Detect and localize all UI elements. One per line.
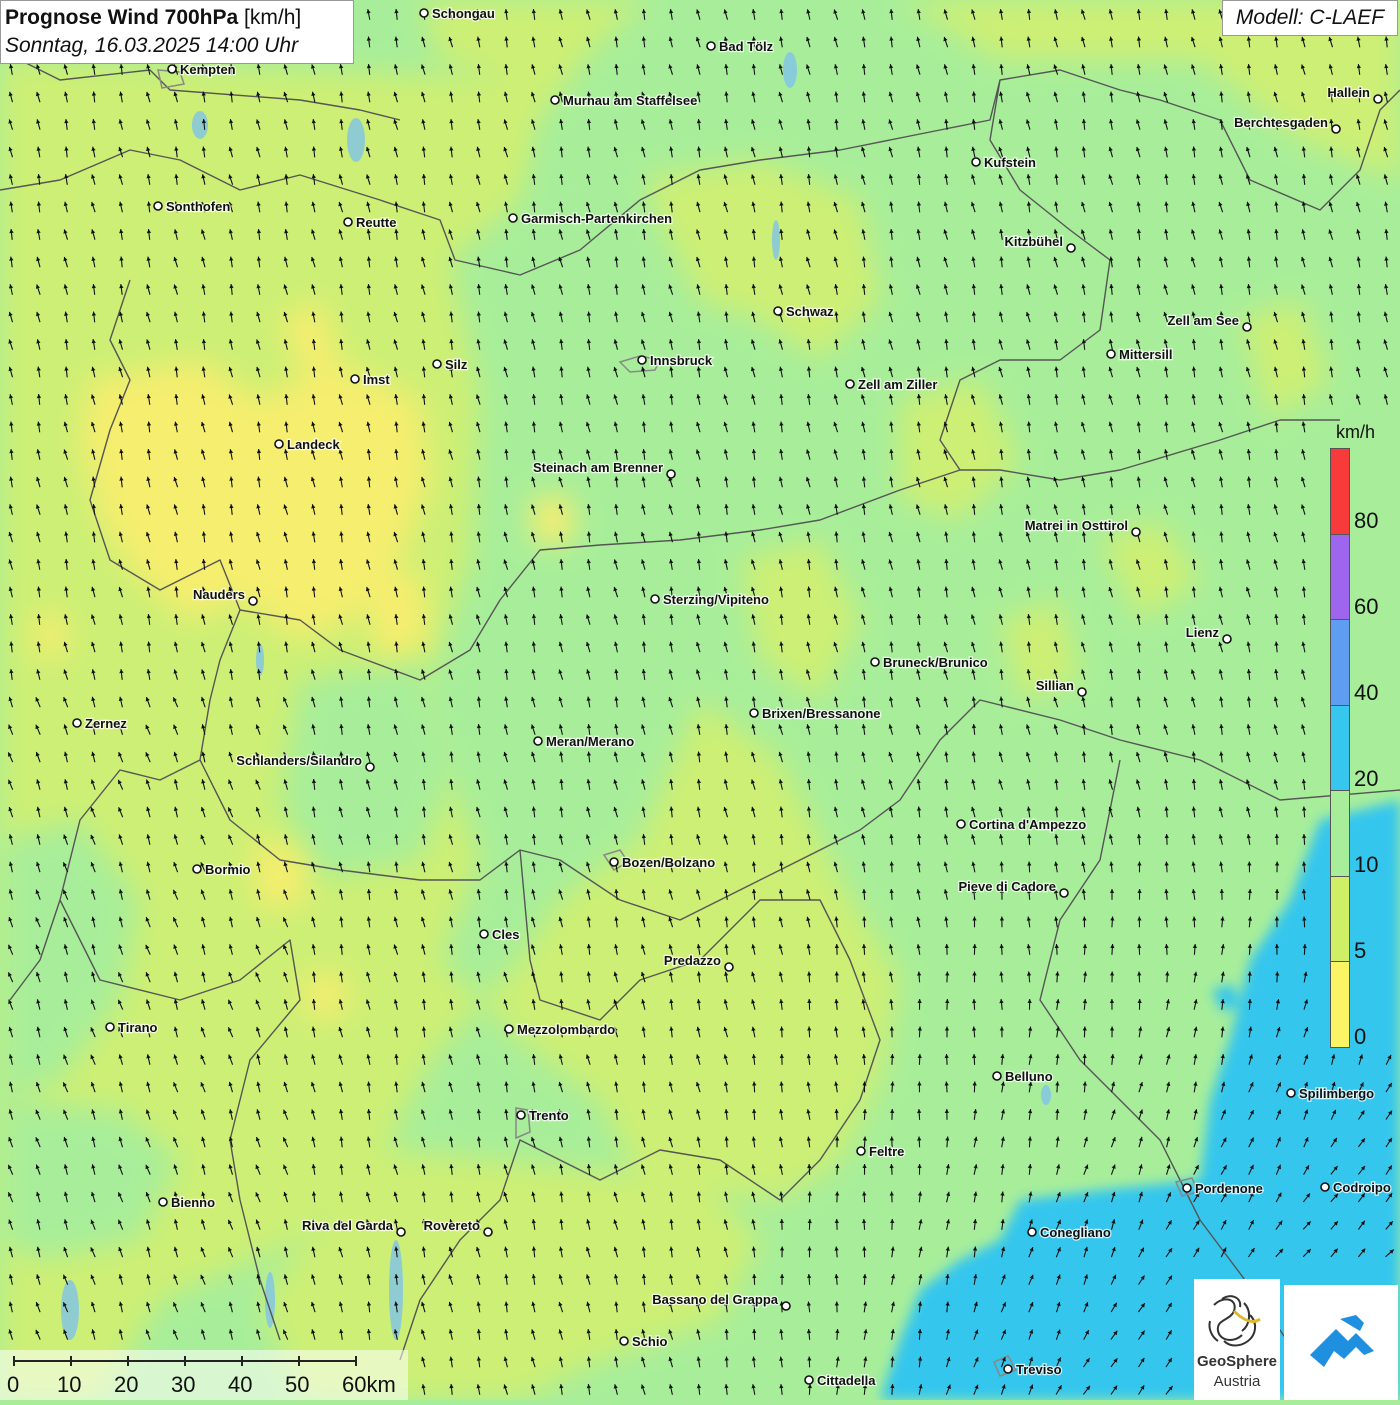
city-label: Zell am Ziller — [858, 377, 937, 392]
city-dot-icon — [168, 65, 176, 73]
city-dot-icon — [1332, 125, 1340, 133]
city-dot-icon — [1243, 323, 1251, 331]
city-label: Bozen/Bolzano — [622, 855, 715, 870]
city-label: Landeck — [287, 437, 341, 452]
city-dot-icon — [1107, 350, 1115, 358]
city-label: Nauders — [193, 587, 245, 602]
city-label: Brixen/Bressanone — [762, 706, 881, 721]
city-dot-icon — [1223, 635, 1231, 643]
city-label: Kempten — [180, 62, 236, 77]
city-dot-icon — [1060, 889, 1068, 897]
city-dot-icon — [551, 96, 559, 104]
city-label: Lienz — [1186, 625, 1220, 640]
city-label: Zernez — [85, 716, 127, 731]
city-marker[interactable]: Zell am Ziller — [846, 377, 937, 392]
city-marker[interactable]: Schongau — [420, 6, 495, 21]
city-label: Innsbruck — [650, 353, 713, 368]
city-dot-icon — [1374, 95, 1382, 103]
city-dot-icon — [366, 763, 374, 771]
city-label: Schongau — [432, 6, 495, 21]
city-marker[interactable]: Spilimbergo — [1287, 1086, 1374, 1101]
city-label: Silz — [445, 357, 468, 372]
city-dot-icon — [433, 360, 441, 368]
city-label: Cles — [492, 927, 519, 942]
city-label: Bormio — [205, 862, 251, 877]
city-dot-icon — [651, 595, 659, 603]
city-dot-icon — [638, 356, 646, 364]
city-label: Bad Tölz — [719, 39, 774, 54]
city-dot-icon — [505, 1025, 513, 1033]
city-marker[interactable]: Bruneck/Brunico — [871, 655, 988, 670]
city-label: Meran/Merano — [546, 734, 634, 749]
city-dot-icon — [957, 820, 965, 828]
city-label: Matrei in Osttirol — [1025, 518, 1128, 533]
city-label: Schwaz — [786, 304, 834, 319]
city-label: Schlanders/Silandro — [236, 753, 362, 768]
city-dot-icon — [1078, 688, 1086, 696]
city-dot-icon — [193, 865, 201, 873]
city-label: Imst — [363, 372, 390, 387]
city-label: Bruneck/Brunico — [883, 655, 988, 670]
city-marker[interactable]: Sterzing/Vipiteno — [651, 592, 769, 607]
city-marker[interactable]: Bozen/Bolzano — [610, 855, 715, 870]
city-label: Berchtesgaden — [1234, 115, 1328, 130]
city-label: Mittersill — [1119, 347, 1172, 362]
city-dot-icon — [249, 597, 257, 605]
city-label: Garmisch-Partenkirchen — [521, 211, 672, 226]
city-label: Belluno — [1005, 1069, 1053, 1084]
city-dot-icon — [420, 9, 428, 17]
city-marker[interactable]: Mezzolombardo — [505, 1022, 615, 1037]
city-marker[interactable]: Brixen/Bressanone — [750, 706, 881, 721]
city-marker[interactable]: Garmisch-Partenkirchen — [509, 211, 672, 226]
city-dot-icon — [480, 930, 488, 938]
city-dot-icon — [509, 214, 517, 222]
city-label: Pieve di Cadore — [958, 879, 1056, 894]
city-dot-icon — [1132, 528, 1140, 536]
city-dot-icon — [667, 470, 675, 478]
city-dot-icon — [972, 158, 980, 166]
city-label: Kufstein — [984, 155, 1036, 170]
city-label: Reutte — [356, 215, 396, 230]
city-dot-icon — [993, 1072, 1001, 1080]
city-label: Kitzbühel — [1005, 234, 1064, 249]
city-label: Sterzing/Vipiteno — [663, 592, 769, 607]
city-dot-icon — [154, 202, 162, 210]
city-dot-icon — [1287, 1089, 1295, 1097]
city-dot-icon — [534, 737, 542, 745]
city-marker[interactable]: Meran/Merano — [534, 734, 634, 749]
city-dot-icon — [344, 218, 352, 226]
city-label: Cortina d'Ampezzo — [969, 817, 1086, 832]
city-label: Hallein — [1327, 85, 1370, 100]
city-marker[interactable]: Sonthofen — [154, 199, 230, 214]
city-label: Sillian — [1036, 678, 1074, 693]
city-dot-icon — [750, 709, 758, 717]
city-dot-icon — [73, 719, 81, 727]
city-label: Predazzo — [664, 953, 721, 968]
city-marker[interactable]: Cortina d'Ampezzo — [957, 817, 1086, 832]
city-label: Zell am See — [1167, 313, 1239, 328]
wind-map[interactable]: Schongau Bad Tölz Kempten Murnau am Staffel… — [0, 0, 1400, 1400]
city-dot-icon — [725, 963, 733, 971]
city-dot-icon — [1067, 244, 1075, 252]
city-dot-icon — [275, 440, 283, 448]
city-label: Murnau am Staffelsee — [563, 93, 697, 108]
city-dot-icon — [106, 1023, 114, 1031]
city-dot-icon — [351, 375, 359, 383]
city-dot-icon — [707, 42, 715, 50]
city-marker[interactable]: Murnau am Staffelsee — [551, 93, 697, 108]
city-dot-icon — [610, 858, 618, 866]
city-dot-icon — [846, 380, 854, 388]
city-marker[interactable]: Innsbruck — [638, 353, 713, 368]
city-label: Tirano — [118, 1020, 158, 1035]
city-label: Mezzolombardo — [517, 1022, 615, 1037]
city-label: Sonthofen — [166, 199, 230, 214]
city-dot-icon — [774, 307, 782, 315]
city-dot-icon — [871, 658, 879, 666]
city-label: Steinach am Brenner — [533, 460, 663, 475]
